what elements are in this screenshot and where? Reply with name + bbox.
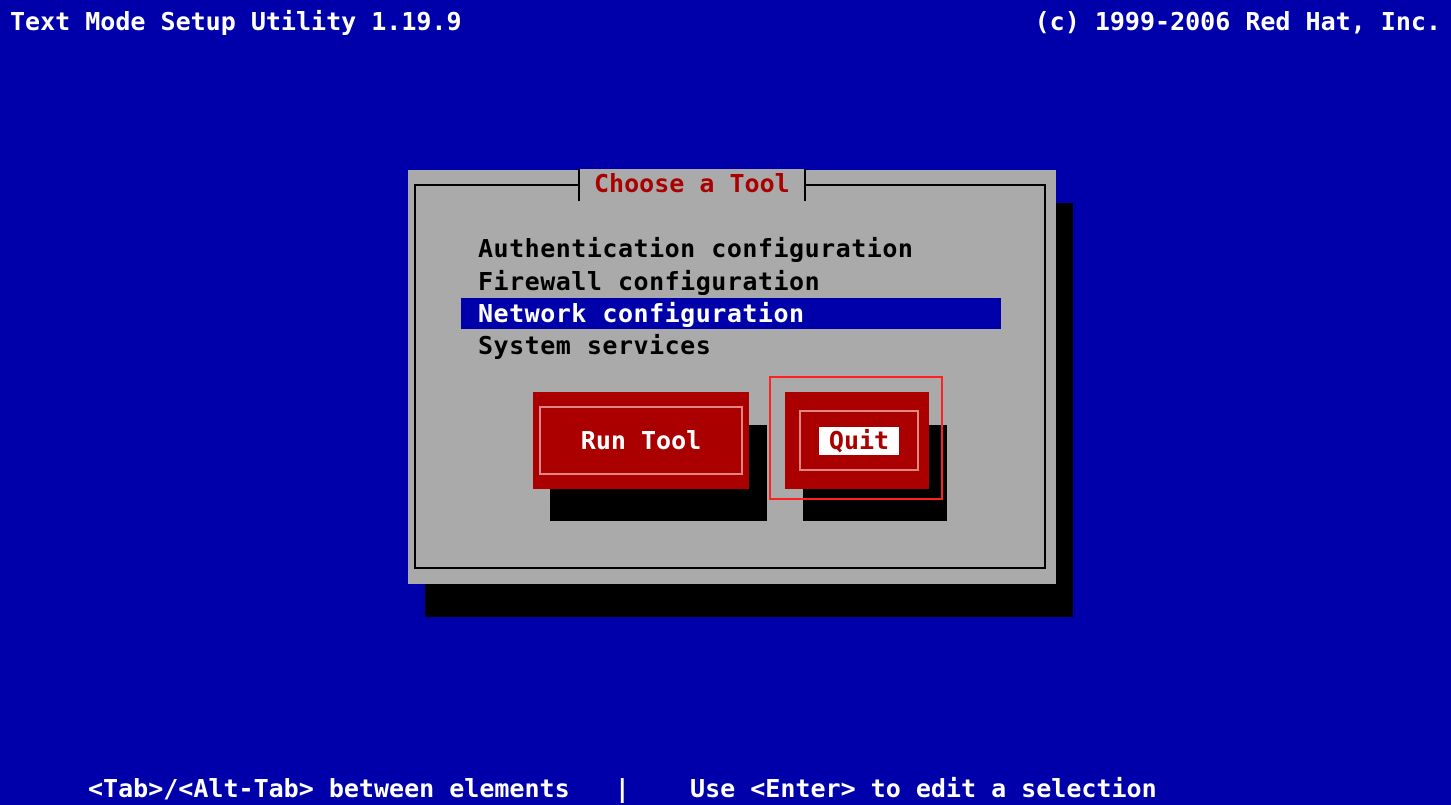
- copyright-notice: (c) 1999-2006 Red Hat, Inc.: [1034, 7, 1441, 36]
- quit-button[interactable]: Quit: [785, 392, 929, 489]
- dialog-title: Choose a Tool: [578, 169, 806, 201]
- run-tool-button-frame: Run Tool: [539, 406, 743, 475]
- tool-item-network[interactable]: Network configuration: [461, 298, 1001, 329]
- status-bar: <Tab>/<Alt-Tab> between elements | Use <…: [88, 774, 1157, 803]
- run-tool-button-label: Run Tool: [580, 426, 702, 455]
- tool-item-firewall[interactable]: Firewall configuration: [461, 265, 1001, 298]
- choose-tool-dialog: Choose a Tool Authentication configurati…: [408, 169, 1056, 584]
- run-tool-button[interactable]: Run Tool: [533, 392, 749, 489]
- tool-item-system-services[interactable]: System services: [461, 329, 1001, 362]
- tool-list[interactable]: Authentication configuration Firewall co…: [461, 232, 1001, 362]
- quit-button-frame: Quit: [799, 410, 919, 471]
- quit-button-label: Quit: [818, 426, 900, 455]
- app-title: Text Mode Setup Utility 1.19.9: [10, 7, 462, 36]
- tool-item-authentication[interactable]: Authentication configuration: [461, 232, 1001, 265]
